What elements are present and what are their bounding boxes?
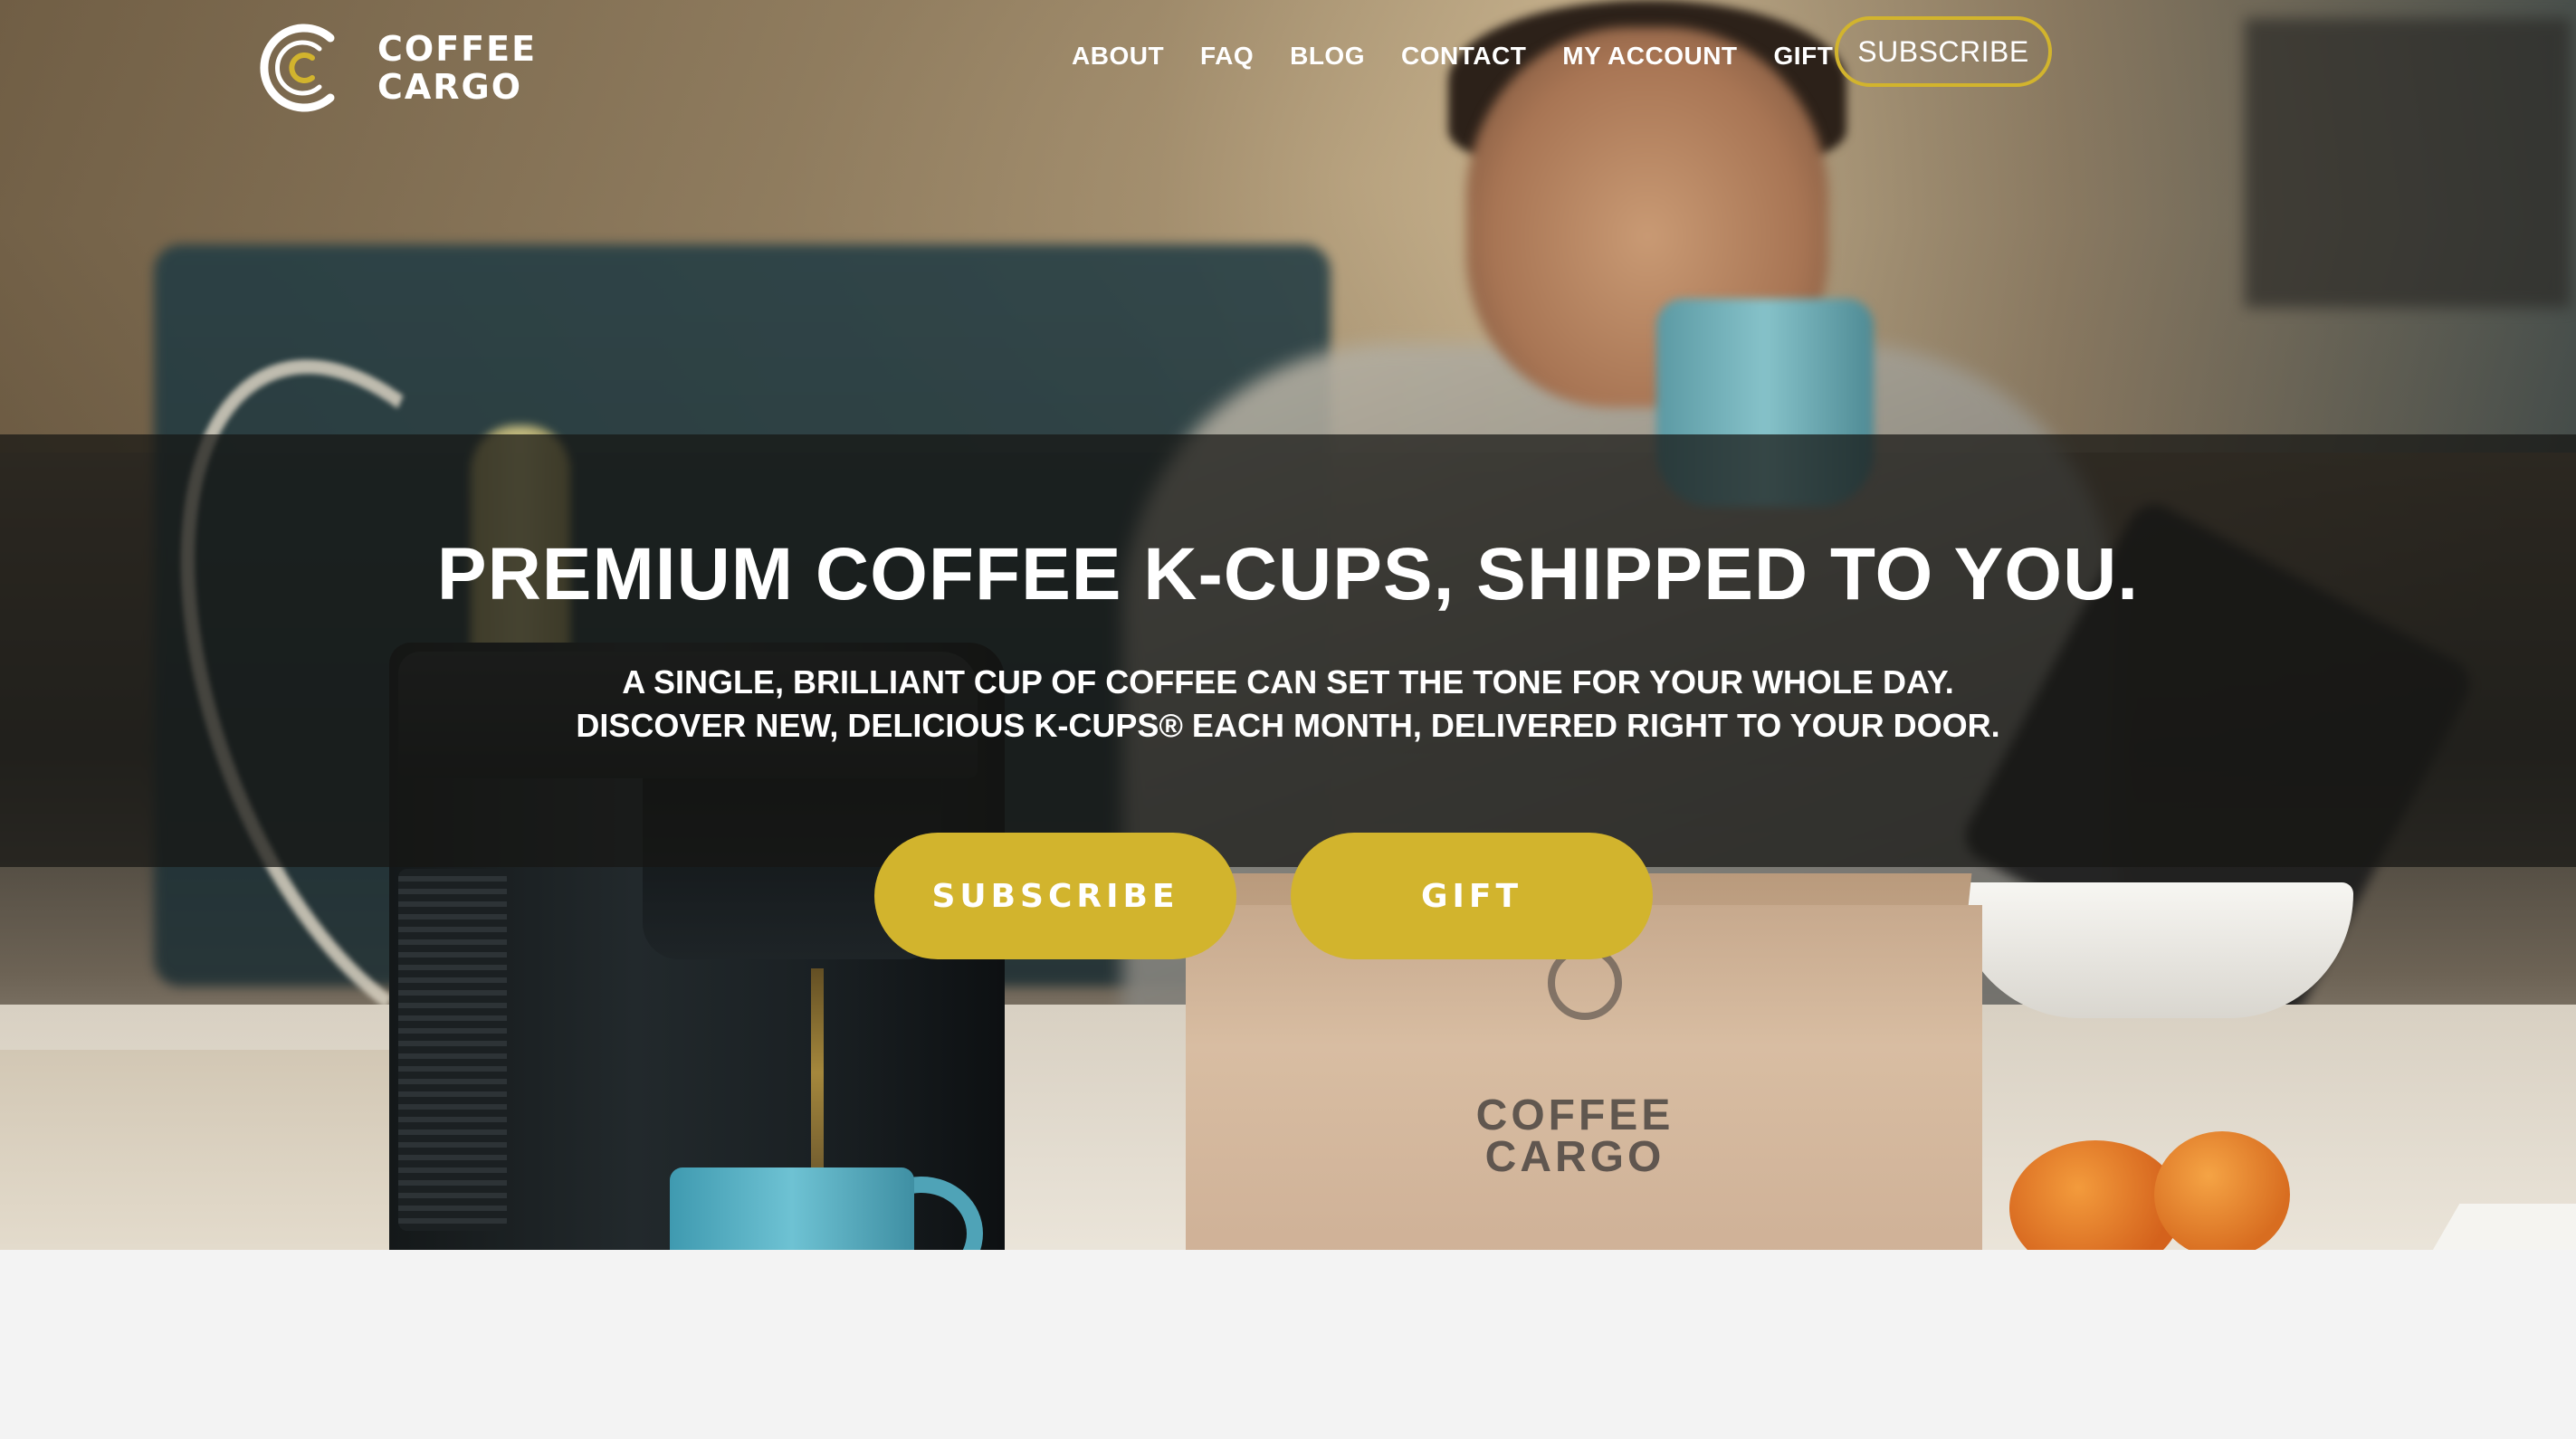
hero-section: COFFEE CARGO COFFEE CARGO ABOUT FAQ BLOG… (0, 0, 2576, 1250)
header-subscribe-button[interactable]: SUBSCRIBE (1835, 16, 2052, 87)
main-nav: ABOUT FAQ BLOG CONTACT MY ACCOUNT GIFT (1072, 38, 1869, 74)
persimmon-right (2154, 1131, 2290, 1250)
white-bowl (1955, 882, 2353, 1018)
logo-word-cargo: CARGO (377, 67, 523, 107)
hero-overlay-band (0, 434, 2576, 867)
nav-item-gift[interactable]: GIFT (1774, 38, 1834, 74)
wall-frame (2245, 18, 2571, 308)
subscribe-button[interactable]: SUBSCRIBE (874, 833, 1236, 959)
hero-subtext: A SINGLE, BRILLIANT CUP OF COFFEE CAN SE… (0, 661, 2576, 748)
logo-word-coffee: COFFEE (377, 29, 538, 69)
keurig-grip (398, 869, 507, 1231)
box-print-line1: COFFEE (1475, 1091, 1674, 1139)
box-printed-logo: COFFEE CARGO (1430, 1091, 1720, 1181)
page-content-area (0, 1250, 2576, 1439)
nav-item-my-account[interactable]: MY ACCOUNT (1562, 38, 1737, 74)
hero-subtext-line1: A SINGLE, BRILLIANT CUP OF COFFEE CAN SE… (622, 663, 1954, 700)
gift-button[interactable]: GIFT (1291, 833, 1653, 959)
logo-wordmark: COFFEE CARGO (377, 30, 537, 106)
hero-headline: PREMIUM COFFEE K-CUPS, SHIPPED TO YOU. (436, 533, 2140, 615)
nav-item-blog[interactable]: BLOG (1290, 38, 1365, 74)
site-logo[interactable]: COFFEE CARGO (256, 18, 537, 118)
coffee-stream (811, 968, 824, 1177)
logo-c-icon (256, 18, 347, 118)
hero-subtext-line2: DISCOVER NEW, DELICIOUS K-CUPS® EACH MON… (576, 707, 2000, 744)
nav-item-about[interactable]: ABOUT (1072, 38, 1164, 74)
small-blue-cup (670, 1167, 914, 1250)
nav-item-faq[interactable]: FAQ (1200, 38, 1254, 74)
nav-item-contact[interactable]: CONTACT (1401, 38, 1526, 74)
box-print-line2: CARGO (1484, 1133, 1665, 1181)
